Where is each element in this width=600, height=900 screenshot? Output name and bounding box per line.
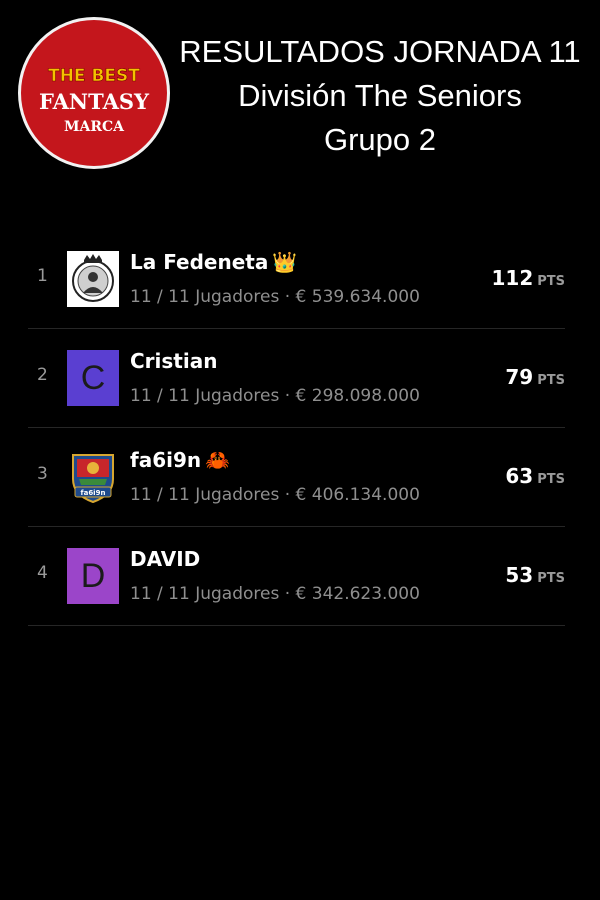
- logo-line-1: THE BEST: [48, 66, 140, 86]
- logo-line-2: FANTASY: [39, 89, 150, 114]
- points-unit: PTS: [537, 472, 565, 487]
- team-name-text: Cristian: [130, 349, 218, 373]
- team-name[interactable]: Cristian: [130, 349, 217, 373]
- ranking-row[interactable]: 2 C Cristian 11 / 11 Jugadores · € 298.0…: [28, 329, 565, 428]
- team-name-text: DAVID: [130, 547, 201, 571]
- rank-number: 1: [37, 266, 48, 286]
- ranking-row[interactable]: 3 fa6i9n fa6i9n 🦀 11 / 11 Jugadores · € 4…: [28, 428, 565, 527]
- team-points: 63 PTS: [505, 464, 565, 488]
- points-value: 79: [505, 365, 534, 389]
- title-line-group: Grupo 2: [323, 122, 436, 157]
- title-line-division: División The Seniors: [238, 78, 522, 113]
- points-unit: PTS: [537, 274, 565, 289]
- team-meta: 11 / 11 Jugadores · € 406.134.000: [130, 485, 420, 505]
- rank-number: 3: [37, 464, 48, 484]
- letter-avatar: D: [67, 548, 119, 604]
- team-name[interactable]: fa6i9n 🦀: [130, 448, 230, 472]
- team-name-text: fa6i9n: [130, 448, 202, 472]
- team-name-text: La Fedeneta: [130, 250, 269, 274]
- ranking-list: 1 La Fedeneta 👑 11 / 11 Jugadores · € 539…: [28, 230, 565, 626]
- crown-emoji-icon: 👑: [272, 250, 298, 274]
- title-line-jornada: RESULTADOS JORNADA 11: [179, 34, 581, 69]
- team-points: 79 PTS: [505, 365, 565, 389]
- team-name[interactable]: La Fedeneta 👑: [130, 250, 297, 274]
- club-crest-icon: [67, 251, 119, 307]
- points-value: 53: [505, 563, 534, 587]
- team-shield-icon: fa6i9n: [67, 449, 119, 505]
- crab-emoji-icon: 🦀: [205, 448, 231, 472]
- ranking-row[interactable]: 1 La Fedeneta 👑 11 / 11 Jugadores · € 539…: [28, 230, 565, 329]
- team-name[interactable]: DAVID: [130, 547, 200, 571]
- logo-line-3: MARCA: [64, 119, 125, 135]
- the-best-fantasy-logo: THE BEST FANTASY MARCA: [18, 17, 170, 169]
- points-unit: PTS: [537, 373, 565, 388]
- points-value: 63: [505, 464, 534, 488]
- rank-number: 4: [37, 563, 48, 583]
- points-unit: PTS: [537, 571, 565, 586]
- team-meta: 11 / 11 Jugadores · € 539.634.000: [130, 287, 420, 307]
- team-points: 53 PTS: [505, 563, 565, 587]
- team-meta: 11 / 11 Jugadores · € 298.098.000: [130, 386, 420, 406]
- ranking-row[interactable]: 4 D DAVID 11 / 11 Jugadores · € 342.623.…: [28, 527, 565, 626]
- team-meta: 11 / 11 Jugadores · € 342.623.000: [130, 584, 420, 604]
- rank-number: 2: [37, 365, 48, 385]
- letter-avatar: C: [67, 350, 119, 406]
- page-title: RESULTADOS JORNADA 11 División The Senio…: [170, 30, 590, 162]
- badge-text: fa6i9n: [81, 489, 106, 497]
- logo-graphic: THE BEST FANTASY MARCA: [39, 66, 150, 135]
- team-points: 112 PTS: [491, 266, 565, 290]
- points-value: 112: [491, 266, 534, 290]
